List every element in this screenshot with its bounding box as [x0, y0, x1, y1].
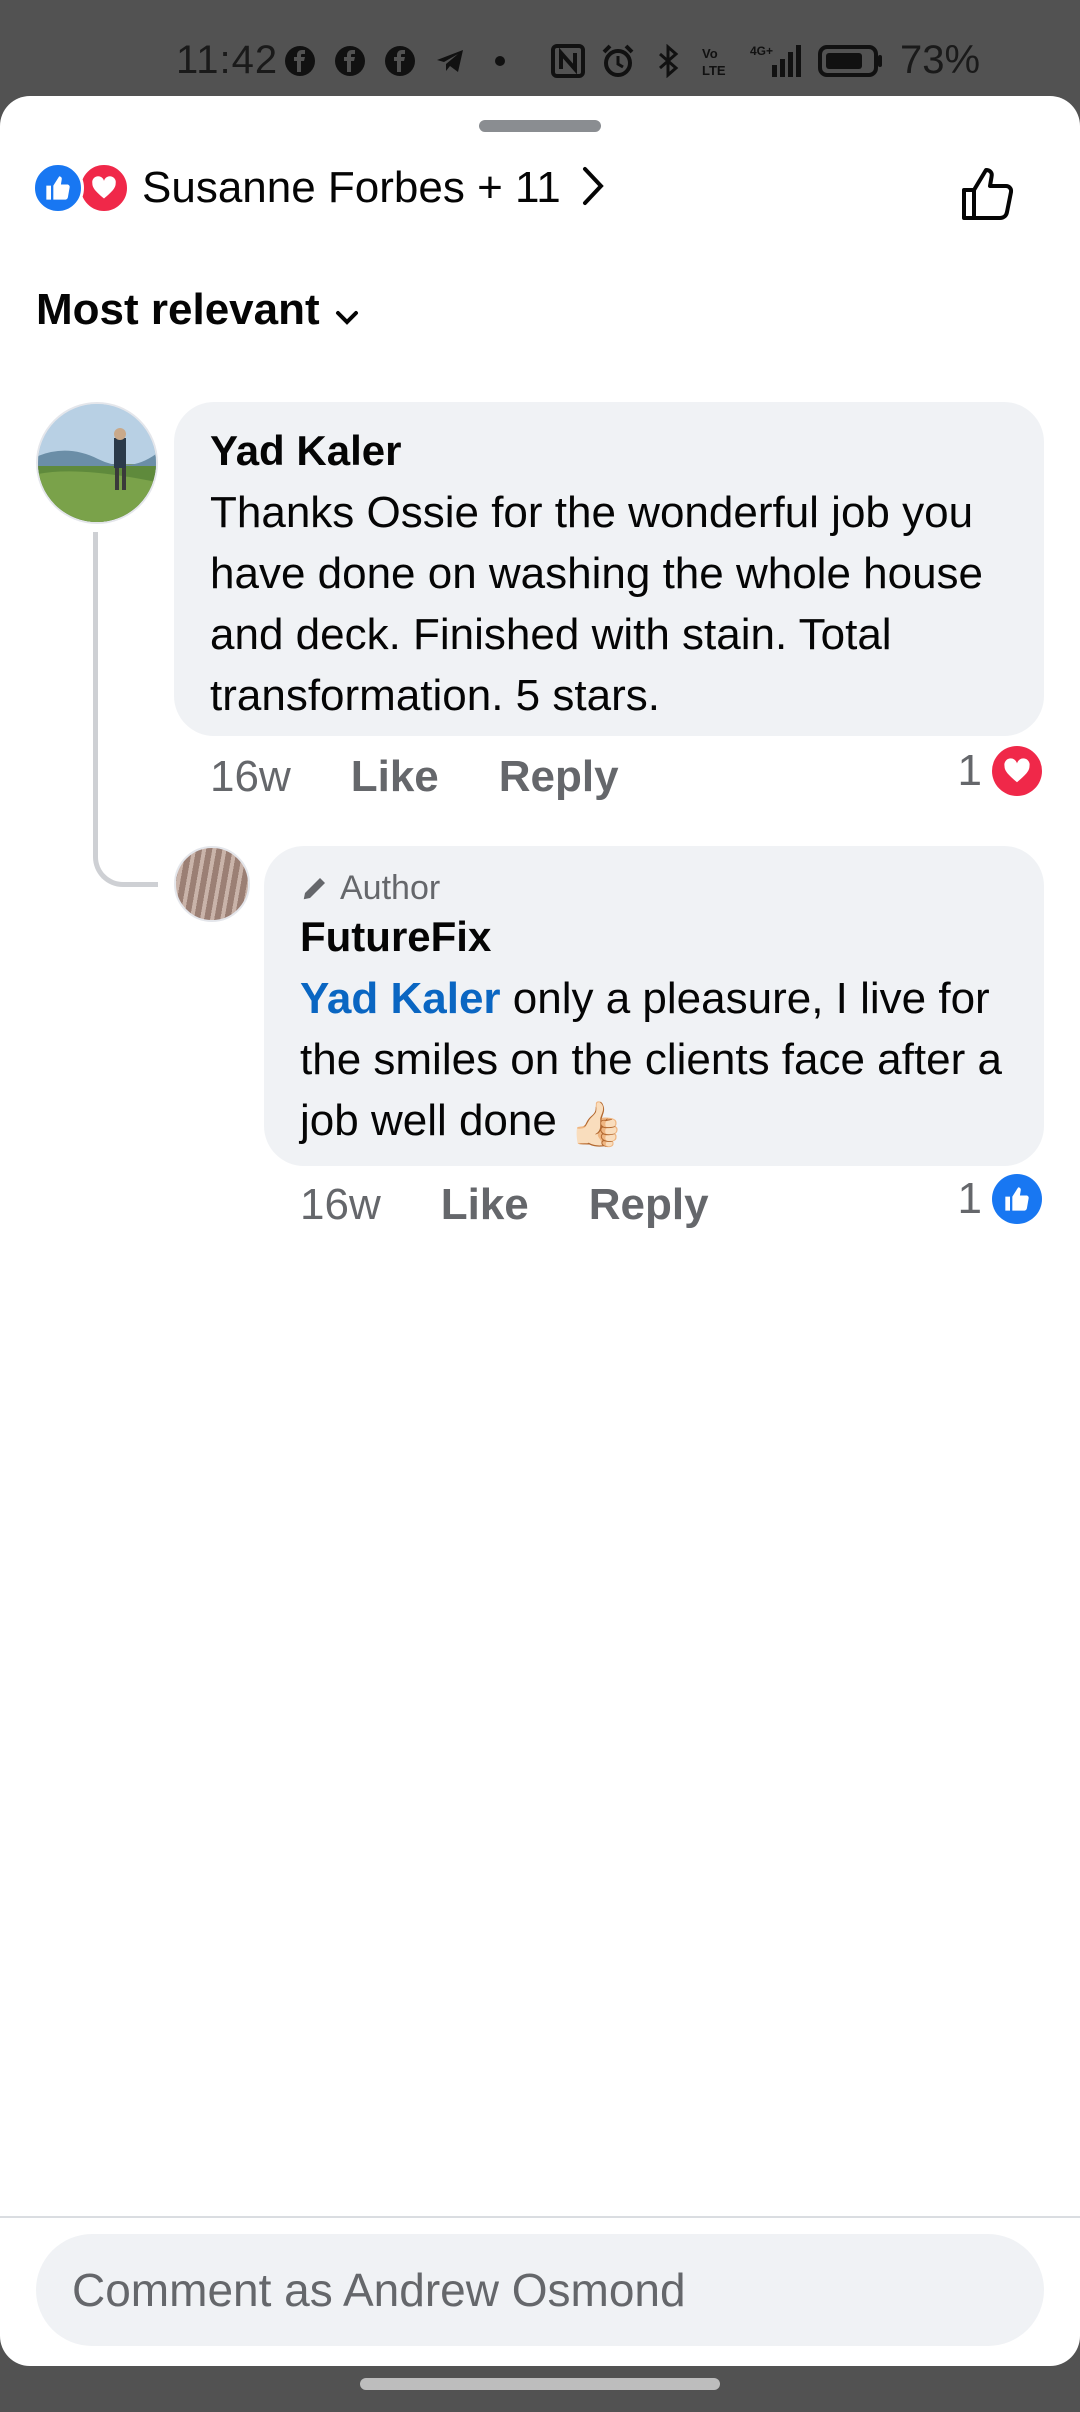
reply-bubble[interactable]: Author FutureFix Yad Kaler only a pleasu… — [264, 846, 1044, 1166]
composer-divider — [0, 2216, 1080, 2218]
comments-sheet: Susanne Forbes + 11 Most relevant Yad Ka… — [0, 96, 1080, 2366]
comment-reaction-count[interactable]: 1 — [958, 746, 1042, 796]
like-reaction-icon — [32, 162, 84, 214]
chevron-down-icon — [334, 288, 360, 338]
reply-reaction-count[interactable]: 1 — [958, 1174, 1042, 1224]
battery-percent: 73% — [900, 38, 981, 82]
nfc-icon — [550, 43, 586, 79]
reply-time[interactable]: 16w — [300, 1180, 381, 1230]
mention-link[interactable]: Yad Kaler — [300, 974, 501, 1023]
bluetooth-icon — [650, 43, 686, 79]
heart-reaction-icon — [78, 162, 130, 214]
comment-time[interactable]: 16w — [210, 752, 291, 802]
pencil-icon — [303, 878, 325, 900]
notification-icons: Vo LTE 4G+ 73% — [282, 38, 980, 83]
reactors-label: Susanne Forbes + 11 — [142, 163, 561, 212]
status-time: 11:42 — [176, 38, 279, 82]
dot-icon — [482, 43, 518, 79]
comment-text: Thanks Ossie for the wonderful job you h… — [210, 488, 984, 720]
facebook-icon — [282, 43, 318, 79]
comment-bubble[interactable]: Yad Kaler Thanks Ossie for the wonderful… — [174, 402, 1044, 736]
comment-author[interactable]: Yad Kaler — [210, 424, 1008, 478]
author-badge: Author — [300, 866, 1008, 910]
thumbs-up-icon — [962, 168, 1014, 220]
like-comment-button[interactable]: Like — [351, 752, 439, 802]
comment-actions: 16w Like Reply — [210, 752, 619, 802]
signal-icon: 4G+ — [750, 43, 802, 79]
chevron-right-icon — [579, 165, 607, 212]
facebook-icon — [332, 43, 368, 79]
avatar[interactable] — [174, 846, 250, 922]
author-badge-label: Author — [340, 869, 441, 907]
facebook-icon — [382, 43, 418, 79]
reply-text: Yad Kaler only a pleasure, I live for th… — [300, 968, 1008, 1155]
like-reply-button[interactable]: Like — [441, 1180, 529, 1230]
status-bar: 11:42 Vo LTE 4G+ 73% — [0, 0, 1080, 96]
reaction-count: 1 — [957, 1174, 982, 1223]
like-post-button[interactable] — [950, 154, 1030, 234]
thread-connector — [93, 532, 158, 887]
avatar[interactable] — [36, 402, 158, 524]
home-indicator[interactable] — [360, 2378, 720, 2390]
reply-button[interactable]: Reply — [499, 752, 619, 802]
comment-input-placeholder: Comment as Andrew Osmond — [72, 2264, 686, 2316]
network-type-label: 4G+ — [750, 44, 773, 58]
sheet-drag-handle[interactable] — [479, 120, 601, 132]
reply-actions: 16w Like Reply — [300, 1180, 709, 1230]
reply-to-reply-button[interactable]: Reply — [589, 1180, 709, 1230]
sort-dropdown[interactable]: Most relevant — [36, 282, 360, 338]
telegram-icon — [432, 43, 468, 79]
volte-icon: Vo LTE — [700, 43, 736, 79]
reply-author[interactable]: FutureFix — [300, 910, 1008, 964]
battery-icon — [816, 43, 886, 79]
comment-input[interactable]: Comment as Andrew Osmond — [36, 2234, 1044, 2346]
thumbs-up-emoji: 👍🏻 — [569, 1100, 624, 1149]
svg-text:LTE: LTE — [702, 63, 726, 78]
like-icon — [992, 1174, 1042, 1224]
svg-text:Vo: Vo — [702, 46, 718, 61]
sort-label: Most relevant — [36, 285, 320, 334]
alarm-icon — [600, 43, 636, 79]
reaction-count: 1 — [957, 746, 982, 795]
heart-icon — [992, 746, 1042, 796]
reactions-summary[interactable]: Susanne Forbes + 11 — [32, 158, 607, 218]
